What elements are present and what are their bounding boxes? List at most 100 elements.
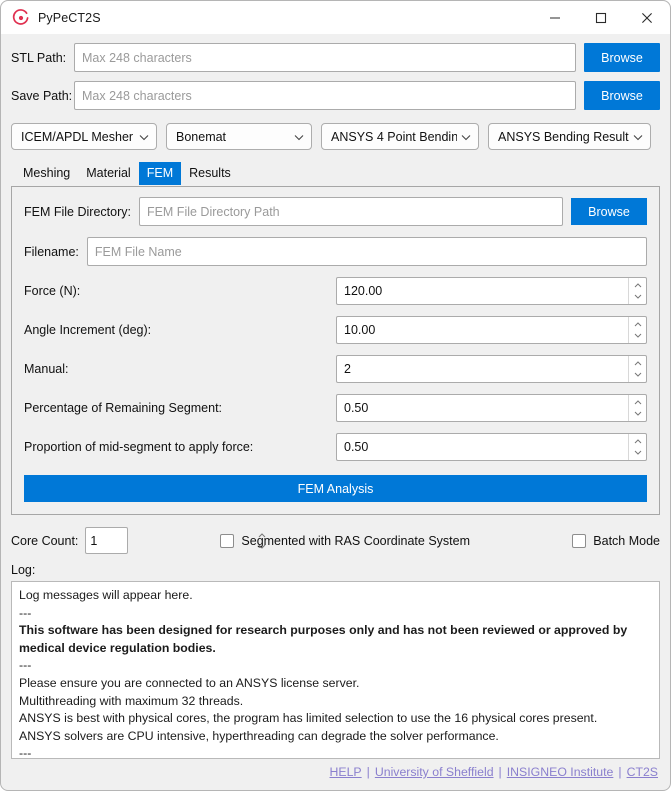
log-line: ANSYS solvers are CPU intensive, hyperth…: [19, 728, 499, 743]
window-title: PyPeCT2S: [38, 10, 101, 25]
chevron-down-icon: [139, 130, 149, 144]
ct2s-link[interactable]: CT2S: [627, 765, 658, 779]
tab-fem[interactable]: FEM: [138, 162, 182, 185]
options-row: Core Count: Segmented with RAS Coordinat…: [11, 527, 660, 554]
log-line: Log messages will appear here.: [19, 588, 193, 602]
batch-mode-label: Batch Mode: [593, 533, 660, 548]
percentage-remaining-segment-input[interactable]: [337, 395, 628, 421]
fem-filename-input[interactable]: [86, 237, 647, 266]
chevron-up-icon[interactable]: [629, 358, 646, 369]
log-line: ANSYS is best with physical cores, the p…: [19, 711, 598, 726]
material-dropdown[interactable]: Bonemat: [166, 123, 312, 150]
help-link[interactable]: HELP: [330, 765, 362, 779]
checkbox-icon[interactable]: [572, 533, 587, 548]
percentage-remaining-segment-label: Percentage of Remaining Segment:: [24, 401, 223, 415]
force-input[interactable]: [337, 278, 628, 304]
log-output[interactable]: Log messages will appear here. --- This …: [11, 581, 660, 759]
fem-directory-row: FEM File Directory: Browse: [24, 197, 647, 226]
chevron-down-icon[interactable]: [629, 291, 646, 302]
angle-increment-label: Angle Increment (deg):: [24, 323, 152, 337]
fem-filename-row: Filename:: [24, 237, 647, 266]
title-bar: PyPeCT2S: [1, 1, 670, 34]
force-stepper[interactable]: [336, 277, 647, 305]
footer-links: HELP | University of Sheffield | INSIGNE…: [11, 765, 660, 779]
angle-increment-stepper[interactable]: [336, 316, 647, 344]
fem-dropdown-value: ANSYS 4 Point Bending: [331, 129, 457, 144]
chevron-down-icon[interactable]: [629, 330, 646, 341]
link-separator: |: [498, 765, 502, 779]
segmented-ras-label: Segmented with RAS Coordinate System: [241, 533, 470, 548]
proportion-mid-segment-input[interactable]: [337, 434, 628, 460]
log-line: This software has been designed for rese…: [19, 623, 631, 655]
window-controls: [532, 1, 670, 34]
angle-increment-row: Angle Increment (deg):: [24, 316, 647, 344]
results-dropdown-value: ANSYS Bending Results: [498, 129, 629, 144]
fem-tab-panel: FEM File Directory: Browse Filename: For…: [11, 186, 660, 515]
log-line: ---: [19, 658, 32, 673]
mesher-dropdown-value: ICEM/APDL Mesher: [21, 129, 134, 144]
chevron-down-icon: [294, 130, 304, 144]
main-content: STL Path: Browse Save Path: Browse ICEM/…: [1, 43, 670, 779]
proportion-mid-segment-stepper-arrows[interactable]: [628, 434, 646, 460]
log-line: ---: [19, 605, 32, 620]
manual-label: Manual:: [24, 362, 69, 376]
chevron-down-icon: [461, 130, 471, 144]
log-line: ---: [19, 746, 32, 759]
manual-stepper[interactable]: [336, 355, 647, 383]
chevron-up-icon[interactable]: [629, 280, 646, 291]
stl-path-input[interactable]: [74, 43, 576, 72]
save-path-input[interactable]: [74, 81, 576, 110]
percentage-remaining-segment-stepper[interactable]: [336, 394, 647, 422]
tab-meshing[interactable]: Meshing: [15, 162, 78, 185]
angle-increment-input[interactable]: [337, 317, 628, 343]
manual-input[interactable]: [337, 356, 628, 382]
checkbox-icon[interactable]: [220, 533, 235, 548]
maximize-icon[interactable]: [578, 1, 624, 34]
tab-material[interactable]: Material: [78, 162, 138, 185]
fem-dropdown[interactable]: ANSYS 4 Point Bending: [321, 123, 479, 150]
results-dropdown[interactable]: ANSYS Bending Results: [488, 123, 651, 150]
chevron-up-icon[interactable]: [629, 436, 646, 447]
chevron-down-icon[interactable]: [629, 369, 646, 380]
log-line: Multithreading with maximum 32 threads.: [19, 693, 244, 708]
fem-directory-browse-button[interactable]: Browse: [571, 198, 647, 225]
force-label: Force (N):: [24, 284, 81, 298]
chevron-up-icon[interactable]: [629, 397, 646, 408]
core-count-label: Core Count:: [11, 533, 79, 548]
manual-row: Manual:: [24, 355, 647, 383]
log-label: Log:: [11, 563, 36, 577]
fem-directory-input[interactable]: [138, 197, 563, 226]
save-path-label: Save Path:: [11, 88, 73, 103]
tab-results[interactable]: Results: [181, 162, 239, 185]
stl-browse-button[interactable]: Browse: [584, 43, 660, 72]
chevron-up-icon[interactable]: [629, 319, 646, 330]
tab-bar: Meshing Material FEM Results: [11, 162, 660, 185]
angle-increment-stepper-arrows[interactable]: [628, 317, 646, 343]
core-count-stepper[interactable]: [85, 527, 266, 554]
force-row: Force (N):: [24, 277, 647, 305]
material-dropdown-value: Bonemat: [176, 129, 227, 144]
close-icon[interactable]: [624, 1, 670, 34]
selector-row: ICEM/APDL Mesher Bonemat ANSYS 4 Point B…: [11, 123, 660, 150]
segmented-ras-checkbox[interactable]: Segmented with RAS Coordinate System: [220, 533, 470, 548]
force-stepper-arrows[interactable]: [628, 278, 646, 304]
university-of-sheffield-link[interactable]: University of Sheffield: [375, 765, 494, 779]
percentage-remaining-segment-stepper-arrows[interactable]: [628, 395, 646, 421]
chevron-down-icon: [633, 130, 643, 144]
link-separator: |: [366, 765, 370, 779]
proportion-mid-segment-stepper[interactable]: [336, 433, 647, 461]
manual-stepper-arrows[interactable]: [628, 356, 646, 382]
minimize-icon[interactable]: [532, 1, 578, 34]
save-browse-button[interactable]: Browse: [584, 81, 660, 110]
stl-path-row: STL Path: Browse: [11, 43, 660, 72]
fem-analysis-button[interactable]: FEM Analysis: [24, 475, 647, 502]
insigneo-institute-link[interactable]: INSIGNEO Institute: [507, 765, 614, 779]
percentage-remaining-segment-row: Percentage of Remaining Segment:: [24, 394, 647, 422]
save-path-row: Save Path: Browse: [11, 81, 660, 110]
batch-mode-checkbox[interactable]: Batch Mode: [572, 533, 660, 548]
chevron-down-icon[interactable]: [629, 408, 646, 419]
chevron-down-icon[interactable]: [629, 447, 646, 458]
mesher-dropdown[interactable]: ICEM/APDL Mesher: [11, 123, 157, 150]
stl-path-label: STL Path:: [11, 50, 67, 65]
log-line: Please ensure you are connected to an AN…: [19, 675, 360, 690]
